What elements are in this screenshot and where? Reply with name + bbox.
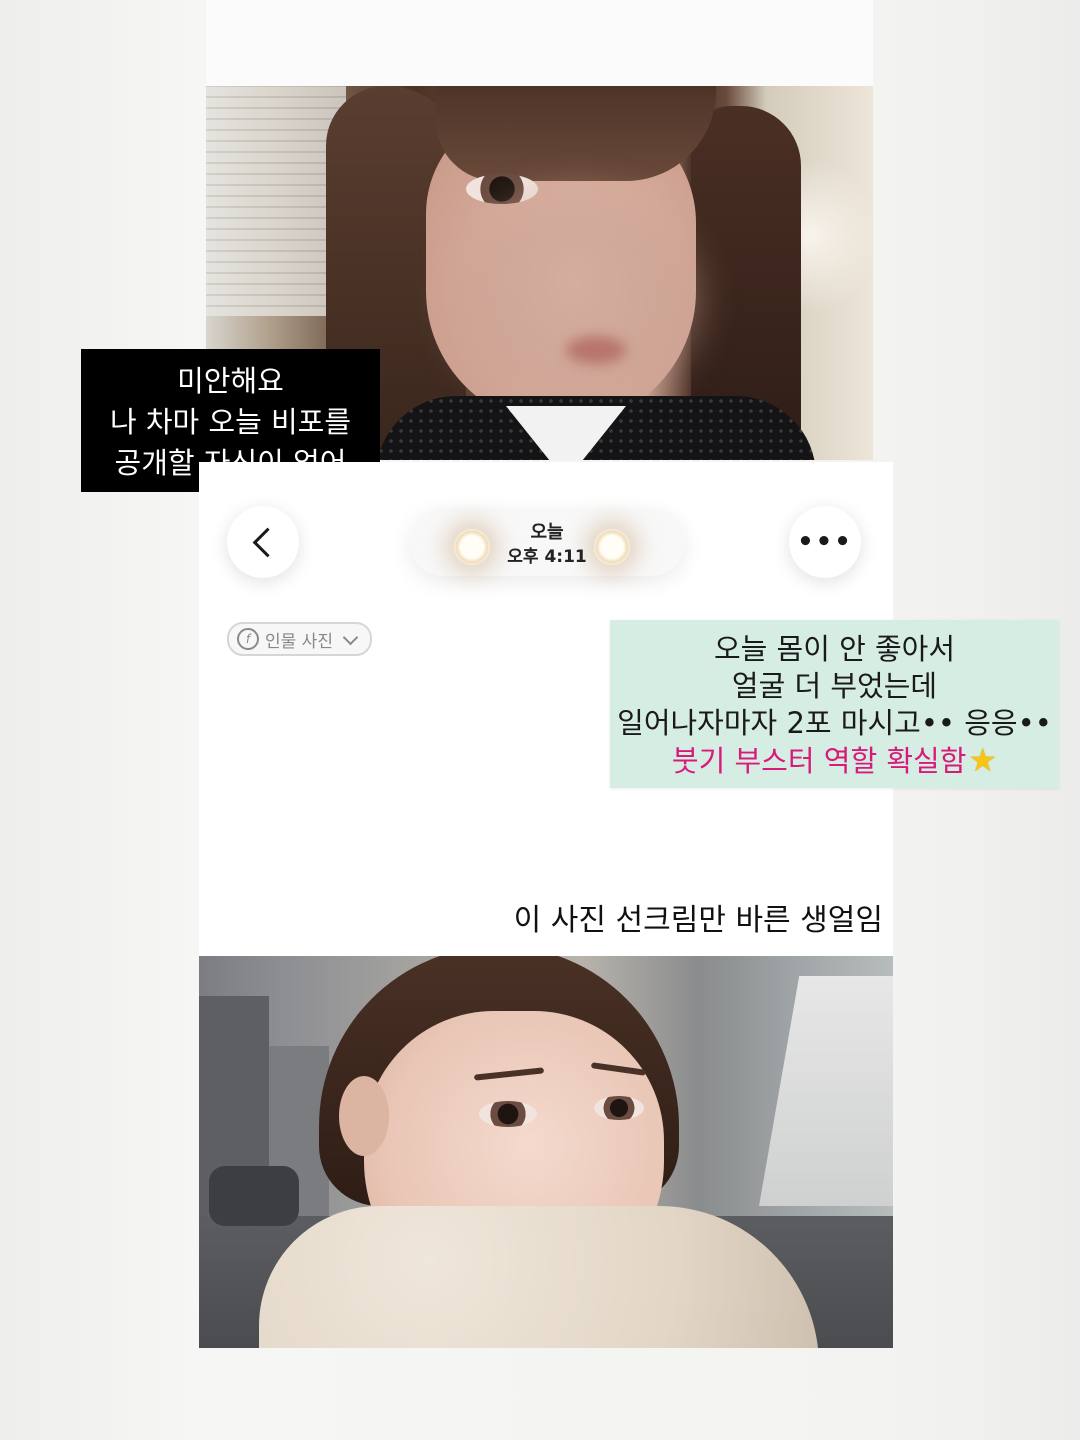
white-tent (759, 976, 893, 1206)
more-button[interactable]: ••• (789, 506, 861, 578)
star-icon: ★ (968, 741, 998, 779)
bottom-selfie-photo (199, 956, 893, 1348)
caption-line: 나 차마 오늘 비포를 (109, 405, 352, 439)
sticker-highlight-row: 붓기 부스터 역할 확실함★ (610, 742, 1059, 780)
blur-mask (456, 196, 696, 406)
mouth (566, 336, 626, 364)
eye (594, 1096, 644, 1120)
time-label: 오후 4:11 (507, 547, 587, 567)
date-label: 오늘 (530, 522, 564, 543)
date-header: 오늘 오후 4:11 (409, 508, 685, 576)
sunscreen-caption: 이 사진 선크림만 바른 생얼임 (513, 903, 883, 938)
sticker-highlight: 붓기 부스터 역할 확실함 (671, 744, 967, 778)
bangs (436, 86, 716, 181)
top-blank-strip (206, 0, 873, 86)
face-tag-icon: f (237, 628, 259, 650)
window-blinds (206, 86, 346, 316)
ear (339, 1076, 389, 1156)
people-tag-chip[interactable]: f 인물 사진 (227, 622, 372, 656)
screenshot-collage: 미안해요 나 차마 오늘 비포를 공개할 자신이 없어 오늘 오후 4:11 •… (0, 0, 1080, 1440)
sticker-line: 오늘 몸이 안 좋아서 (713, 632, 956, 666)
people-tag-label: 인물 사진 (265, 631, 333, 652)
sticker-line: 얼굴 더 부었는데 (731, 669, 938, 703)
eye (466, 174, 538, 204)
eye (479, 1101, 537, 1127)
caption-line: 미안해요 (177, 364, 284, 398)
note-sticker: 오늘 몸이 안 좋아서 얼굴 더 부었는데 일어나자마자 2포 마시고•• 응응… (610, 620, 1059, 788)
sticker-line: 일어나자마자 2포 마시고•• 응응•• (617, 706, 1052, 740)
chevron-down-icon (342, 629, 359, 645)
parked-car (209, 1166, 299, 1226)
back-button[interactable] (227, 506, 299, 578)
more-horizontal-icon: ••• (797, 527, 853, 557)
chevron-left-icon (252, 527, 282, 557)
shearling-coat (259, 1206, 819, 1348)
